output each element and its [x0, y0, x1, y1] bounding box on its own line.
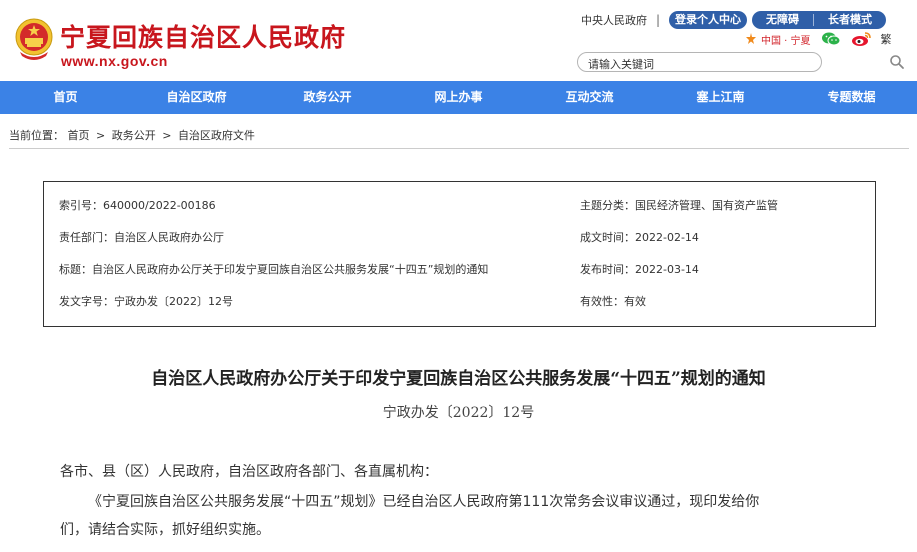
national-emblem-icon[interactable] — [14, 16, 54, 62]
breadcrumb-home[interactable]: 首页 — [68, 129, 90, 142]
site-header: 宁夏回族自治区人民政府 www.nx.gov.cn 中央人民政府 | 登录个人中… — [0, 0, 917, 81]
nav-item-interaction[interactable]: 互动交流 — [524, 81, 655, 114]
nav-item-home[interactable]: 首页 — [0, 81, 131, 114]
breadcrumb: 当前位置： 首页 > 政务公开 > 自治区政府文件 — [9, 127, 255, 143]
document-body-line: 们，请结合实际，抓好组织实施。 — [60, 522, 270, 538]
meta-date-published: 发布时间：2022-03-14 — [580, 263, 699, 276]
site-title[interactable]: 宁夏回族自治区人民政府 — [60, 18, 346, 54]
meta-doc-number: 发文字号：宁政办发〔2022〕12号 — [59, 295, 233, 308]
document-title: 自治区人民政府办公厅关于印发宁夏回族自治区公共服务发展“十四五”规划的通知 — [151, 369, 766, 389]
document-body-line: 《宁夏回族自治区公共服务发展“十四五”规划》已经自治区人民政府第111次常务会议… — [88, 494, 760, 510]
site-url[interactable]: www.nx.gov.cn — [61, 53, 168, 69]
search-input[interactable] — [578, 55, 821, 74]
elder-mode-button[interactable]: 长者模式 — [814, 11, 886, 29]
document-meta-box: 索引号：640000/2022-00186 主题分类：国民经济管理、国有资产监管… — [43, 181, 876, 327]
breadcrumb-divider — [9, 148, 909, 149]
document-salutation: 各市、县（区）人民政府，自治区政府各部门、各直属机构： — [60, 464, 438, 480]
nav-item-topic-data[interactable]: 专题数据 — [786, 81, 917, 114]
china-ningxia-logo-icon — [746, 33, 756, 44]
main-nav: 首页 自治区政府 政务公开 网上办事 互动交流 塞上江南 专题数据 — [0, 81, 917, 114]
nav-item-gov-affairs[interactable]: 政务公开 — [262, 81, 393, 114]
central-gov-link[interactable]: 中央人民政府 — [581, 12, 647, 28]
meta-responsible-dept: 责任部门：自治区人民政府办公厅 — [59, 231, 224, 244]
meta-date-written: 成文时间：2022-02-14 — [580, 231, 699, 244]
breadcrumb-separator: > — [162, 129, 172, 142]
meta-validity: 有效性：有效 — [580, 295, 646, 308]
meta-topic-category: 主题分类：国民经济管理、国有资产监管 — [580, 199, 778, 212]
search-icon[interactable] — [889, 54, 905, 70]
wechat-icon[interactable] — [821, 31, 841, 47]
breadcrumb-label: 当前位置： — [9, 129, 64, 142]
meta-index-number: 索引号：640000/2022-00186 — [59, 199, 216, 212]
login-button[interactable]: 登录个人中心 — [669, 11, 748, 29]
nav-item-saishang-jiangnan[interactable]: 塞上江南 — [655, 81, 786, 114]
breadcrumb-gov-affairs[interactable]: 政务公开 — [112, 129, 156, 142]
accessibility-button[interactable]: 无障碍 — [752, 11, 813, 29]
nav-item-online-services[interactable]: 网上办事 — [393, 81, 524, 114]
traditional-chinese-link[interactable]: 繁 — [881, 31, 892, 47]
top-links: 中央人民政府 | 登录个人中心 无障碍 长者模式 — [581, 11, 887, 29]
breadcrumb-gov-documents[interactable]: 自治区政府文件 — [178, 129, 255, 142]
mode-buttons: 无障碍 长者模式 — [752, 11, 887, 29]
weibo-icon[interactable] — [851, 31, 871, 47]
china-ningxia-link[interactable]: 中国 · 宁夏 — [761, 32, 811, 47]
nav-item-government[interactable]: 自治区政府 — [131, 81, 262, 114]
breadcrumb-separator: > — [96, 129, 106, 142]
search-box — [577, 52, 822, 74]
social-links: 中国 · 宁夏 繁 — [744, 31, 892, 47]
document-number: 宁政办发〔2022〕12号 — [382, 405, 535, 421]
meta-title: 标题：自治区人民政府办公厅关于印发宁夏回族自治区公共服务发展“十四五”规划的通知 — [59, 263, 489, 276]
top-links-separator: | — [656, 13, 661, 27]
